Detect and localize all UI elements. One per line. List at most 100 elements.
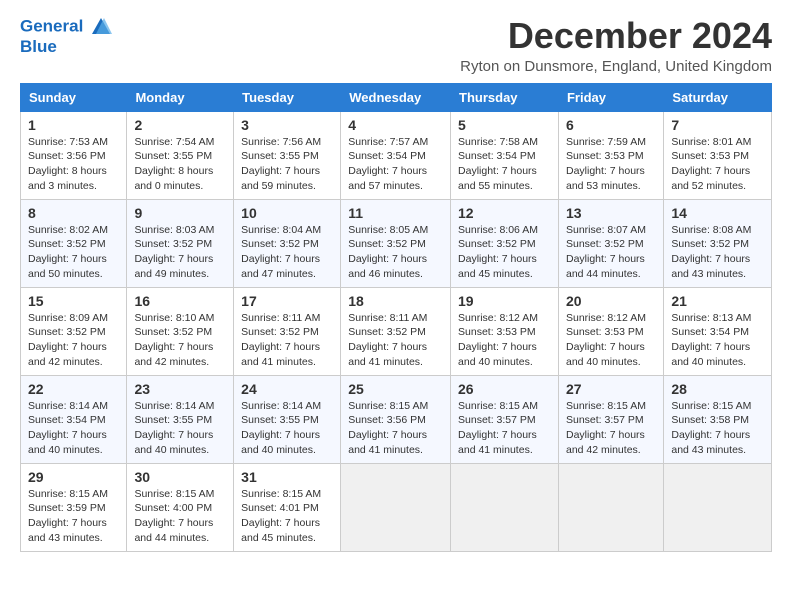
logo: General Blue	[20, 16, 112, 57]
day-info: Sunrise: 7:54 AMSunset: 3:55 PMDaylight:…	[134, 135, 226, 194]
table-row	[558, 463, 663, 551]
day-info: Sunrise: 8:11 AMSunset: 3:52 PMDaylight:…	[241, 311, 333, 370]
day-number: 17	[241, 293, 333, 309]
day-number: 21	[671, 293, 764, 309]
day-info: Sunrise: 8:07 AMSunset: 3:52 PMDaylight:…	[566, 223, 656, 282]
day-info: Sunrise: 8:12 AMSunset: 3:53 PMDaylight:…	[566, 311, 656, 370]
table-row: 26 Sunrise: 8:15 AMSunset: 3:57 PMDaylig…	[451, 375, 559, 463]
day-number: 29	[28, 469, 119, 485]
day-info: Sunrise: 8:14 AMSunset: 3:54 PMDaylight:…	[28, 399, 119, 458]
table-row: 4 Sunrise: 7:57 AMSunset: 3:54 PMDayligh…	[341, 111, 451, 199]
day-number: 31	[241, 469, 333, 485]
day-info: Sunrise: 7:58 AMSunset: 3:54 PMDaylight:…	[458, 135, 551, 194]
table-row	[451, 463, 559, 551]
day-info: Sunrise: 8:15 AMSunset: 3:58 PMDaylight:…	[671, 399, 764, 458]
table-row: 11 Sunrise: 8:05 AMSunset: 3:52 PMDaylig…	[341, 199, 451, 287]
day-info: Sunrise: 8:15 AMSunset: 3:57 PMDaylight:…	[566, 399, 656, 458]
day-info: Sunrise: 8:15 AMSunset: 4:01 PMDaylight:…	[241, 487, 333, 546]
day-number: 22	[28, 381, 119, 397]
day-info: Sunrise: 7:56 AMSunset: 3:55 PMDaylight:…	[241, 135, 333, 194]
table-row: 23 Sunrise: 8:14 AMSunset: 3:55 PMDaylig…	[127, 375, 234, 463]
table-row: 10 Sunrise: 8:04 AMSunset: 3:52 PMDaylig…	[234, 199, 341, 287]
table-row: 16 Sunrise: 8:10 AMSunset: 3:52 PMDaylig…	[127, 287, 234, 375]
table-row: 5 Sunrise: 7:58 AMSunset: 3:54 PMDayligh…	[451, 111, 559, 199]
day-info: Sunrise: 7:57 AMSunset: 3:54 PMDaylight:…	[348, 135, 443, 194]
day-number: 6	[566, 117, 656, 133]
day-info: Sunrise: 7:53 AMSunset: 3:56 PMDaylight:…	[28, 135, 119, 194]
day-number: 27	[566, 381, 656, 397]
table-row: 3 Sunrise: 7:56 AMSunset: 3:55 PMDayligh…	[234, 111, 341, 199]
day-number: 25	[348, 381, 443, 397]
calendar: Sunday Monday Tuesday Wednesday Thursday…	[20, 83, 772, 552]
table-row: 29 Sunrise: 8:15 AMSunset: 3:59 PMDaylig…	[21, 463, 127, 551]
day-info: Sunrise: 8:15 AMSunset: 3:57 PMDaylight:…	[458, 399, 551, 458]
day-info: Sunrise: 8:02 AMSunset: 3:52 PMDaylight:…	[28, 223, 119, 282]
day-number: 8	[28, 205, 119, 221]
table-row	[664, 463, 772, 551]
day-info: Sunrise: 8:05 AMSunset: 3:52 PMDaylight:…	[348, 223, 443, 282]
table-row: 7 Sunrise: 8:01 AMSunset: 3:53 PMDayligh…	[664, 111, 772, 199]
col-saturday: Saturday	[664, 83, 772, 111]
col-friday: Friday	[558, 83, 663, 111]
table-row: 30 Sunrise: 8:15 AMSunset: 4:00 PMDaylig…	[127, 463, 234, 551]
table-row: 1 Sunrise: 7:53 AMSunset: 3:56 PMDayligh…	[21, 111, 127, 199]
day-number: 19	[458, 293, 551, 309]
col-sunday: Sunday	[21, 83, 127, 111]
table-row: 24 Sunrise: 8:14 AMSunset: 3:55 PMDaylig…	[234, 375, 341, 463]
day-number: 9	[134, 205, 226, 221]
table-row: 13 Sunrise: 8:07 AMSunset: 3:52 PMDaylig…	[558, 199, 663, 287]
day-info: Sunrise: 8:13 AMSunset: 3:54 PMDaylight:…	[671, 311, 764, 370]
day-info: Sunrise: 8:15 AMSunset: 3:56 PMDaylight:…	[348, 399, 443, 458]
day-number: 4	[348, 117, 443, 133]
day-info: Sunrise: 8:10 AMSunset: 3:52 PMDaylight:…	[134, 311, 226, 370]
day-number: 3	[241, 117, 333, 133]
day-info: Sunrise: 8:14 AMSunset: 3:55 PMDaylight:…	[134, 399, 226, 458]
table-row: 8 Sunrise: 8:02 AMSunset: 3:52 PMDayligh…	[21, 199, 127, 287]
day-number: 18	[348, 293, 443, 309]
day-number: 28	[671, 381, 764, 397]
table-row: 9 Sunrise: 8:03 AMSunset: 3:52 PMDayligh…	[127, 199, 234, 287]
col-thursday: Thursday	[451, 83, 559, 111]
col-tuesday: Tuesday	[234, 83, 341, 111]
day-number: 2	[134, 117, 226, 133]
day-number: 23	[134, 381, 226, 397]
month-title: December 2024	[460, 16, 772, 56]
day-number: 5	[458, 117, 551, 133]
day-info: Sunrise: 8:12 AMSunset: 3:53 PMDaylight:…	[458, 311, 551, 370]
col-monday: Monday	[127, 83, 234, 111]
day-info: Sunrise: 8:15 AMSunset: 3:59 PMDaylight:…	[28, 487, 119, 546]
day-info: Sunrise: 8:11 AMSunset: 3:52 PMDaylight:…	[348, 311, 443, 370]
table-row: 14 Sunrise: 8:08 AMSunset: 3:52 PMDaylig…	[664, 199, 772, 287]
table-row: 6 Sunrise: 7:59 AMSunset: 3:53 PMDayligh…	[558, 111, 663, 199]
table-row: 28 Sunrise: 8:15 AMSunset: 3:58 PMDaylig…	[664, 375, 772, 463]
day-info: Sunrise: 7:59 AMSunset: 3:53 PMDaylight:…	[566, 135, 656, 194]
day-number: 11	[348, 205, 443, 221]
day-number: 10	[241, 205, 333, 221]
day-number: 14	[671, 205, 764, 221]
day-number: 13	[566, 205, 656, 221]
table-row: 27 Sunrise: 8:15 AMSunset: 3:57 PMDaylig…	[558, 375, 663, 463]
day-info: Sunrise: 8:14 AMSunset: 3:55 PMDaylight:…	[241, 399, 333, 458]
table-row: 21 Sunrise: 8:13 AMSunset: 3:54 PMDaylig…	[664, 287, 772, 375]
title-block: December 2024 Ryton on Dunsmore, England…	[460, 16, 772, 75]
table-row: 12 Sunrise: 8:06 AMSunset: 3:52 PMDaylig…	[451, 199, 559, 287]
table-row: 31 Sunrise: 8:15 AMSunset: 4:01 PMDaylig…	[234, 463, 341, 551]
day-info: Sunrise: 8:03 AMSunset: 3:52 PMDaylight:…	[134, 223, 226, 282]
table-row: 15 Sunrise: 8:09 AMSunset: 3:52 PMDaylig…	[21, 287, 127, 375]
day-number: 12	[458, 205, 551, 221]
table-row: 20 Sunrise: 8:12 AMSunset: 3:53 PMDaylig…	[558, 287, 663, 375]
day-number: 20	[566, 293, 656, 309]
table-row: 22 Sunrise: 8:14 AMSunset: 3:54 PMDaylig…	[21, 375, 127, 463]
day-info: Sunrise: 8:01 AMSunset: 3:53 PMDaylight:…	[671, 135, 764, 194]
day-info: Sunrise: 8:09 AMSunset: 3:52 PMDaylight:…	[28, 311, 119, 370]
day-number: 7	[671, 117, 764, 133]
col-wednesday: Wednesday	[341, 83, 451, 111]
table-row: 2 Sunrise: 7:54 AMSunset: 3:55 PMDayligh…	[127, 111, 234, 199]
day-number: 26	[458, 381, 551, 397]
table-row: 25 Sunrise: 8:15 AMSunset: 3:56 PMDaylig…	[341, 375, 451, 463]
table-row	[341, 463, 451, 551]
location: Ryton on Dunsmore, England, United Kingd…	[460, 58, 772, 75]
table-row: 18 Sunrise: 8:11 AMSunset: 3:52 PMDaylig…	[341, 287, 451, 375]
table-row: 19 Sunrise: 8:12 AMSunset: 3:53 PMDaylig…	[451, 287, 559, 375]
day-info: Sunrise: 8:15 AMSunset: 4:00 PMDaylight:…	[134, 487, 226, 546]
